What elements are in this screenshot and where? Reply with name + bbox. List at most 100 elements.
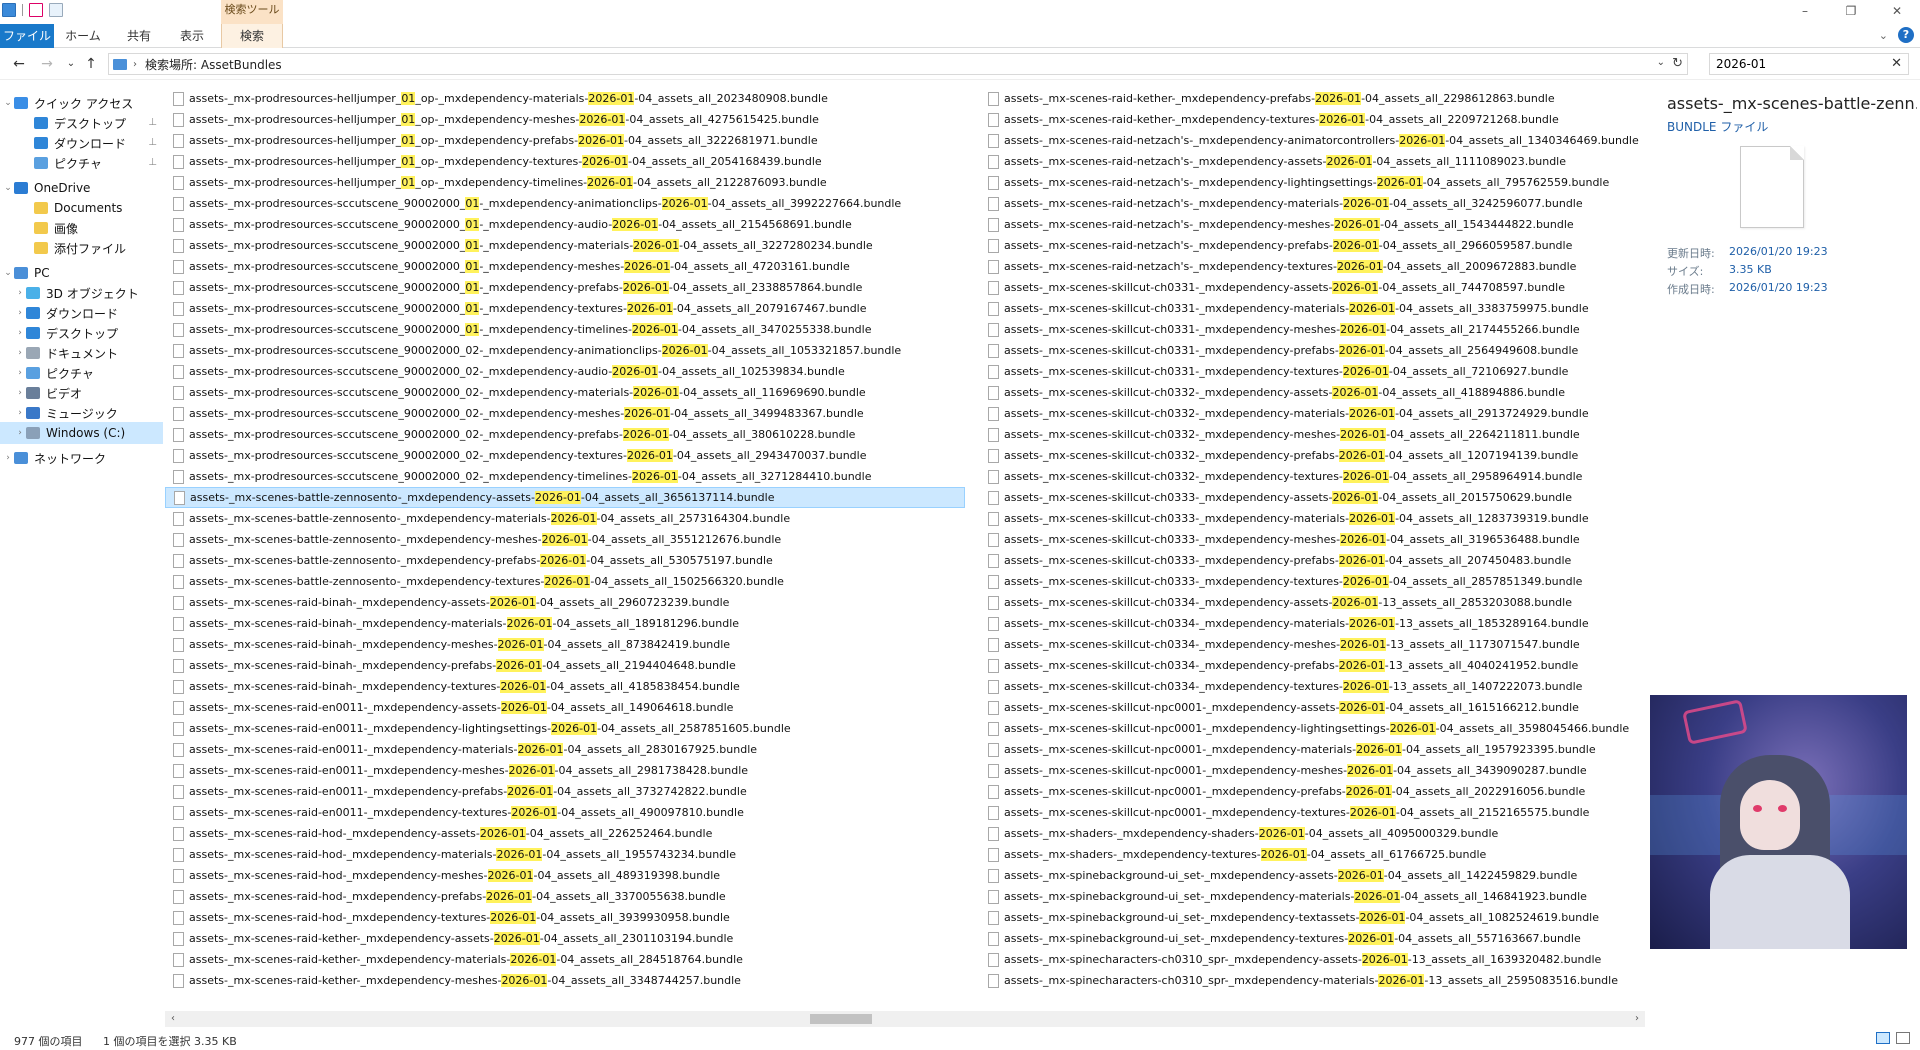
file-row[interactable]: assets-_mx-spinebackground-ui_set-_mxdep… xyxy=(980,865,1640,886)
file-row[interactable]: assets-_mx-scenes-skillcut-npc0001-_mxde… xyxy=(980,739,1640,760)
expand-chevron-icon[interactable]: › xyxy=(14,348,26,358)
sidebar-item[interactable]: › ドキュメント xyxy=(0,342,163,364)
file-row[interactable]: assets-_mx-scenes-skillcut-ch0331-_mxdep… xyxy=(980,361,1640,382)
file-row[interactable]: assets-_mx-scenes-raid-hod-_mxdependency… xyxy=(165,823,965,844)
file-row[interactable]: assets-_mx-scenes-battle-zennosento-_mxd… xyxy=(165,571,965,592)
file-row[interactable]: assets-_mx-scenes-raid-binah-_mxdependen… xyxy=(165,634,965,655)
large-icons-view-icon[interactable] xyxy=(1896,1032,1910,1044)
file-row[interactable]: assets-_mx-prodresources-sccutscene_9000… xyxy=(165,466,965,487)
file-row[interactable]: assets-_mx-prodresources-sccutscene_9000… xyxy=(165,424,965,445)
breadcrumb-separator[interactable]: › xyxy=(133,59,137,70)
scroll-left-icon[interactable]: ‹ xyxy=(165,1011,181,1027)
file-row[interactable]: assets-_mx-prodresources-sccutscene_9000… xyxy=(165,382,965,403)
expand-chevron-icon[interactable]: › xyxy=(14,288,26,298)
file-row[interactable]: assets-_mx-scenes-raid-kether-_mxdepende… xyxy=(165,949,965,970)
file-row[interactable]: assets-_mx-scenes-skillcut-ch0331-_mxdep… xyxy=(980,319,1640,340)
file-row[interactable]: assets-_mx-scenes-skillcut-ch0334-_mxdep… xyxy=(980,613,1640,634)
sidebar-item[interactable]: 画像 xyxy=(0,217,163,239)
expand-chevron-icon[interactable]: › xyxy=(14,308,26,318)
file-row[interactable]: assets-_mx-prodresources-sccutscene_9000… xyxy=(165,214,965,235)
file-row[interactable]: assets-_mx-scenes-raid-en0011-_mxdepende… xyxy=(165,760,965,781)
sidebar-item[interactable]: › ビデオ xyxy=(0,382,163,404)
file-row[interactable]: assets-_mx-prodresources-sccutscene_9000… xyxy=(165,235,965,256)
expand-chevron-icon[interactable]: › xyxy=(14,368,26,378)
search-box[interactable]: ✕ xyxy=(1709,53,1909,75)
forward-button[interactable]: → xyxy=(36,54,58,74)
file-row[interactable]: assets-_mx-spinecharacters-ch0310_spr-_m… xyxy=(980,949,1640,970)
file-row[interactable]: assets-_mx-prodresources-sccutscene_9000… xyxy=(165,319,965,340)
file-row[interactable]: assets-_mx-scenes-skillcut-npc0001-_mxde… xyxy=(980,781,1640,802)
file-row[interactable]: assets-_mx-scenes-raid-binah-_mxdependen… xyxy=(165,655,965,676)
file-row[interactable]: assets-_mx-scenes-battle-zennosento-_mxd… xyxy=(165,529,965,550)
tab-file[interactable]: ファイル xyxy=(0,24,54,48)
scroll-right-icon[interactable]: › xyxy=(1629,1011,1645,1027)
recent-locations-button[interactable]: ⌄ xyxy=(60,54,82,74)
file-row[interactable]: assets-_mx-scenes-raid-netzach's-_mxdepe… xyxy=(980,151,1640,172)
expand-chevron-icon[interactable]: ⌄ xyxy=(2,98,14,108)
file-row[interactable]: assets-_mx-scenes-raid-netzach's-_mxdepe… xyxy=(980,256,1640,277)
file-row[interactable]: assets-_mx-prodresources-sccutscene_9000… xyxy=(165,256,965,277)
file-row[interactable]: assets-_mx-scenes-skillcut-npc0001-_mxde… xyxy=(980,697,1640,718)
expand-chevron-icon[interactable]: › xyxy=(14,328,26,338)
file-row[interactable]: assets-_mx-scenes-raid-hod-_mxdependency… xyxy=(165,886,965,907)
file-row[interactable]: assets-_mx-scenes-raid-en0011-_mxdepende… xyxy=(165,781,965,802)
file-row[interactable]: assets-_mx-scenes-raid-binah-_mxdependen… xyxy=(165,676,965,697)
file-row[interactable]: assets-_mx-prodresources-helljumper_01_o… xyxy=(165,88,965,109)
file-row[interactable]: assets-_mx-scenes-raid-kether-_mxdepende… xyxy=(165,970,965,991)
tab-share[interactable]: 共有 xyxy=(114,24,164,48)
file-row[interactable]: assets-_mx-scenes-skillcut-ch0331-_mxdep… xyxy=(980,298,1640,319)
file-row[interactable]: assets-_mx-scenes-skillcut-ch0333-_mxdep… xyxy=(980,550,1640,571)
file-row[interactable]: assets-_mx-scenes-skillcut-npc0001-_mxde… xyxy=(980,760,1640,781)
file-row[interactable]: assets-_mx-scenes-skillcut-ch0334-_mxdep… xyxy=(980,592,1640,613)
customize-qat-icon[interactable] xyxy=(69,3,77,17)
file-row[interactable]: assets-_mx-scenes-skillcut-ch0332-_mxdep… xyxy=(980,403,1640,424)
sidebar-item[interactable]: › ダウンロード xyxy=(0,302,163,324)
sidebar-item[interactable]: › Windows (C:) xyxy=(0,422,163,444)
sidebar-item[interactable]: デスクトップ ⊥ xyxy=(0,112,163,134)
file-row[interactable]: assets-_mx-scenes-battle-zennosento-_mxd… xyxy=(165,487,965,508)
file-row[interactable]: assets-_mx-scenes-raid-binah-_mxdependen… xyxy=(165,613,965,634)
details-view-icon[interactable] xyxy=(1876,1032,1890,1044)
file-row[interactable]: assets-_mx-scenes-raid-en0011-_mxdepende… xyxy=(165,718,965,739)
file-row[interactable]: assets-_mx-scenes-skillcut-npc0001-_mxde… xyxy=(980,802,1640,823)
maximize-button[interactable]: ❐ xyxy=(1828,0,1874,22)
file-row[interactable]: assets-_mx-scenes-raid-hod-_mxdependency… xyxy=(165,865,965,886)
search-input[interactable] xyxy=(1716,57,1876,71)
sidebar-item[interactable]: › ミュージック xyxy=(0,402,163,424)
file-row[interactable]: assets-_mx-scenes-skillcut-ch0333-_mxdep… xyxy=(980,529,1640,550)
file-row[interactable]: assets-_mx-scenes-raid-en0011-_mxdepende… xyxy=(165,697,965,718)
file-row[interactable]: assets-_mx-scenes-skillcut-npc0001-_mxde… xyxy=(980,718,1640,739)
file-row[interactable]: assets-_mx-scenes-raid-kether-_mxdepende… xyxy=(980,109,1640,130)
file-row[interactable]: assets-_mx-prodresources-helljumper_01_o… xyxy=(165,130,965,151)
file-row[interactable]: assets-_mx-prodresources-sccutscene_9000… xyxy=(165,361,965,382)
tab-view[interactable]: 表示 xyxy=(170,24,214,48)
file-row[interactable]: assets-_mx-scenes-skillcut-ch0332-_mxdep… xyxy=(980,466,1640,487)
file-row[interactable]: assets-_mx-shaders-_mxdependency-shaders… xyxy=(980,823,1640,844)
file-row[interactable]: assets-_mx-shaders-_mxdependency-texture… xyxy=(980,844,1640,865)
expand-chevron-icon[interactable]: › xyxy=(14,408,26,418)
expand-chevron-icon[interactable]: › xyxy=(14,388,26,398)
file-row[interactable]: assets-_mx-scenes-raid-netzach's-_mxdepe… xyxy=(980,235,1640,256)
file-row[interactable]: assets-_mx-scenes-raid-kether-_mxdepende… xyxy=(980,88,1640,109)
file-row[interactable]: assets-_mx-prodresources-sccutscene_9000… xyxy=(165,298,965,319)
refresh-icon[interactable]: ↻ xyxy=(1672,56,1683,71)
file-row[interactable]: assets-_mx-prodresources-sccutscene_9000… xyxy=(165,403,965,424)
sidebar-item[interactable]: Documents xyxy=(0,197,163,219)
sidebar-item[interactable]: › 3D オブジェクト xyxy=(0,282,163,304)
file-row[interactable]: assets-_mx-prodresources-sccutscene_9000… xyxy=(165,193,965,214)
expand-chevron-icon[interactable]: ⌄ xyxy=(2,183,14,193)
file-row[interactable]: assets-_mx-scenes-raid-hod-_mxdependency… xyxy=(165,844,965,865)
file-row[interactable]: assets-_mx-scenes-raid-en0011-_mxdepende… xyxy=(165,802,965,823)
sidebar-item[interactable]: ⌄ OneDrive xyxy=(0,177,163,199)
breadcrumb[interactable]: 検索場所: AssetBundles xyxy=(145,56,282,73)
expand-chevron-icon[interactable]: ⌄ xyxy=(2,268,14,278)
file-row[interactable]: assets-_mx-scenes-raid-binah-_mxdependen… xyxy=(165,592,965,613)
file-row[interactable]: assets-_mx-scenes-skillcut-ch0331-_mxdep… xyxy=(980,277,1640,298)
file-row[interactable]: assets-_mx-prodresources-sccutscene_9000… xyxy=(165,445,965,466)
address-dropdown-icon[interactable]: ⌄ xyxy=(1657,57,1665,68)
horizontal-scrollbar[interactable]: ‹ › xyxy=(165,1011,1645,1027)
file-row[interactable]: assets-_mx-scenes-skillcut-ch0332-_mxdep… xyxy=(980,424,1640,445)
sidebar-item[interactable]: › デスクトップ xyxy=(0,322,163,344)
sidebar-item[interactable]: 添付ファイル xyxy=(0,237,163,259)
file-row[interactable]: assets-_mx-spinebackground-ui_set-_mxdep… xyxy=(980,928,1640,949)
